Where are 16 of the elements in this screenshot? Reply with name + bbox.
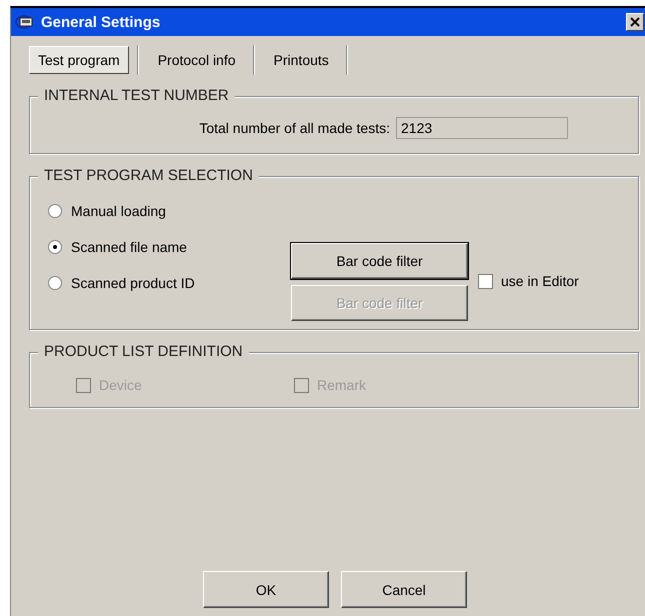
app-icon: [15, 14, 35, 30]
field-label: Total number of all made tests:: [199, 120, 390, 136]
radio-option[interactable]: Manual loading: [48, 203, 291, 219]
bar-code-filter-button[interactable]: Bar code filter: [291, 243, 468, 279]
use-in-editor-checkbox[interactable]: use in Editor: [468, 197, 579, 289]
radio-option[interactable]: Scanned file name: [48, 239, 291, 255]
cancel-button[interactable]: Cancel: [341, 571, 467, 608]
ok-button[interactable]: OK: [203, 571, 329, 608]
radio-option[interactable]: Scanned product ID: [48, 275, 291, 291]
tab[interactable]: Test program: [29, 46, 129, 74]
window-title: General Settings: [41, 14, 162, 30]
close-button[interactable]: [626, 13, 644, 31]
test-count-field: 2123: [396, 117, 568, 139]
tab[interactable]: Printouts: [264, 46, 338, 74]
tab[interactable]: Protocol info: [148, 46, 245, 74]
close-icon: [630, 17, 640, 27]
